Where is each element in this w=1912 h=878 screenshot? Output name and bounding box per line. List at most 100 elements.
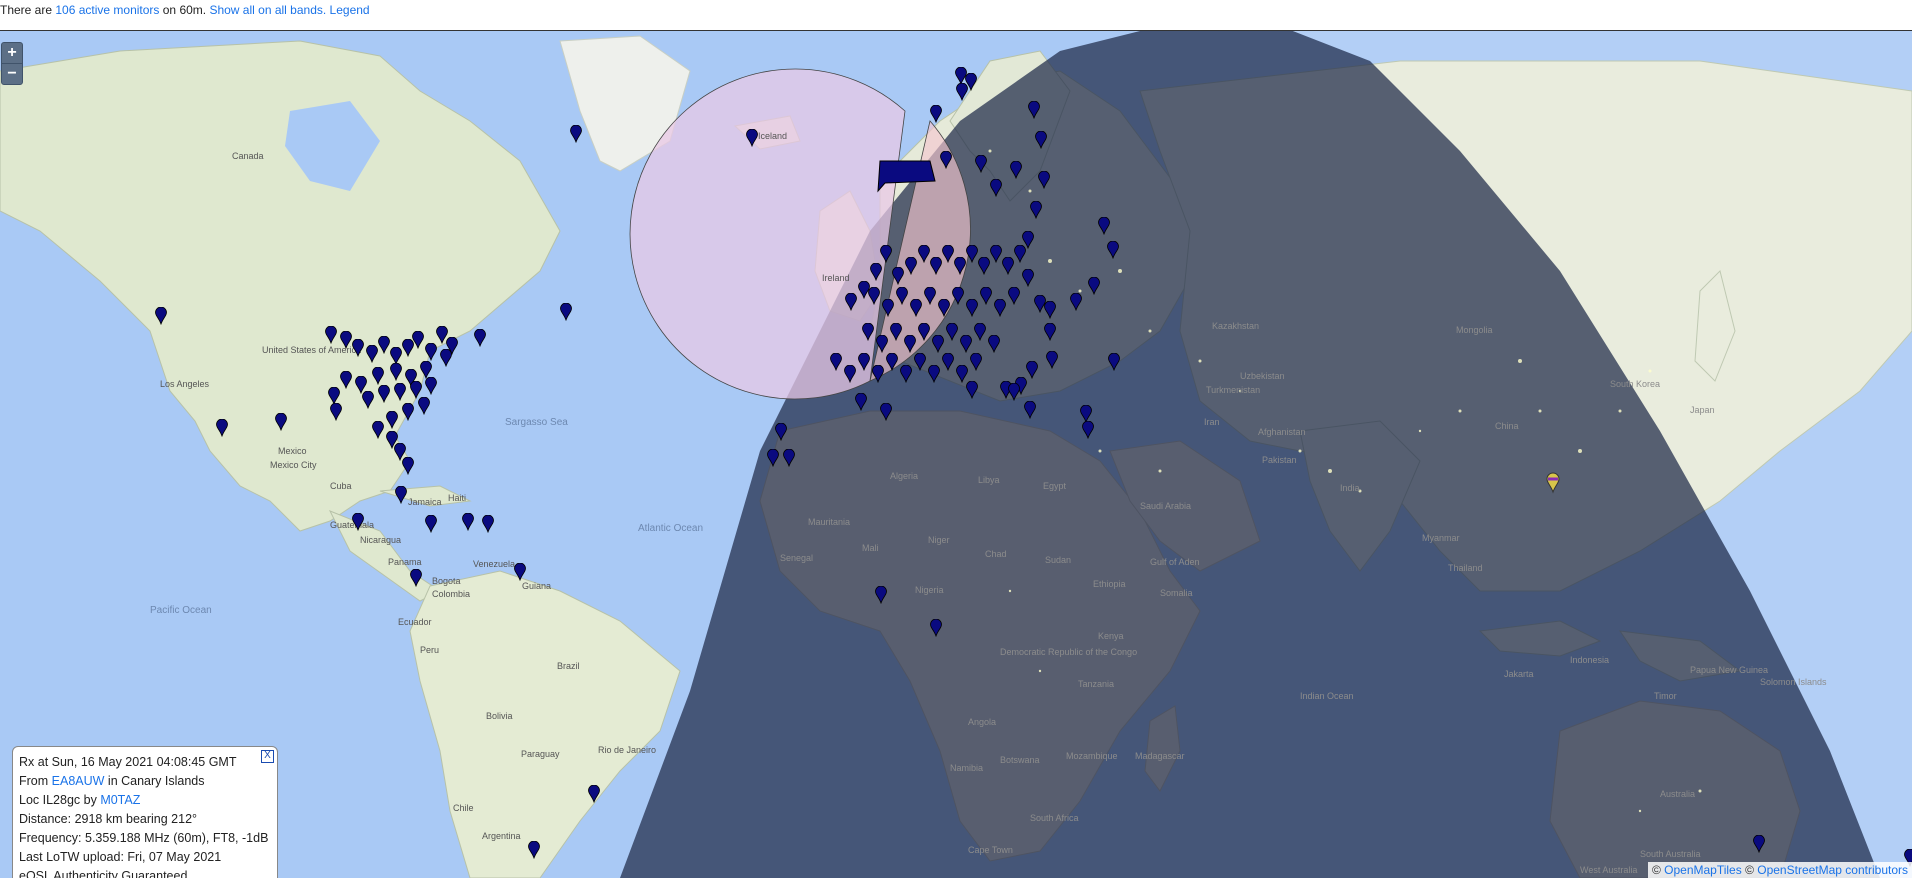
from-line: From EA8AUW in Canary Islands [19,772,271,791]
close-icon[interactable]: X [261,750,274,763]
label-papua: Papua New Guinea [1690,665,1768,675]
label-uzbekistan: Uzbekistan [1240,371,1285,381]
rx-time: Rx at Sun, 16 May 2021 04:08:45 GMT [19,755,237,769]
label-gulf-aden: Gulf of Aden [1150,557,1200,567]
label-india: India [1340,483,1360,493]
label-turkmenistan: Turkmenistan [1206,385,1260,395]
label-bolivia: Bolivia [486,711,513,721]
label-somalia: Somalia [1160,588,1193,598]
loc-line: Loc IL28gc by M0TAZ [19,791,271,810]
label-sargasso: Sargasso Sea [505,417,568,428]
spot-info-popup: X Rx at Sun, 16 May 2021 04:08:45 GMT Fr… [12,746,278,878]
label-pakistan: Pakistan [1262,455,1297,465]
label-ireland: Ireland [822,273,850,283]
zoom-out-button[interactable]: − [2,63,22,84]
lotw-line: Last LoTW upload: Fri, 07 May 2021 [19,850,222,864]
world-map[interactable]: Canada United States of America Los Ange… [0,31,1912,878]
label-niger: Niger [928,535,950,545]
legend-link[interactable]: Legend [330,3,370,17]
label-myanmar: Myanmar [1422,533,1460,543]
label-rio: Rio de Janeiro [598,745,656,755]
label-sudan: Sudan [1045,555,1071,565]
map-canvas: Canada United States of America Los Ange… [0,31,1912,878]
label-brazil: Brazil [557,661,580,671]
label-cuba: Cuba [330,481,352,491]
label-mexico-city: Mexico City [270,460,317,470]
label-paraguay: Paraguay [521,749,560,759]
label-west-australia: West Australia [1580,865,1637,875]
label-peru: Peru [420,645,439,655]
label-south-australia: South Australia [1640,849,1701,859]
label-indian-ocean: Indian Ocean [1300,691,1354,701]
attrib-prefix: © [1651,863,1665,877]
label-nigeria: Nigeria [915,585,944,595]
label-namibia: Namibia [950,763,983,773]
label-los-angeles: Los Angeles [160,379,210,389]
label-botswana: Botswana [1000,755,1040,765]
label-chad: Chad [985,549,1007,559]
label-south-korea: South Korea [1610,379,1660,389]
label-solomon: Solomon Islands [1760,677,1827,687]
show-all-bands-link[interactable]: Show all on all bands. [209,3,326,17]
label-kenya: Kenya [1098,631,1124,641]
label-australia: Australia [1660,789,1695,799]
label-colombia: Colombia [432,589,470,599]
label-senegal: Senegal [780,553,813,563]
label-libya: Libya [978,475,1000,485]
label-canada: Canada [232,151,264,161]
status-middle: on 60m. [159,3,210,17]
status-prefix: There are [0,3,56,17]
label-bogota: Bogota [432,576,461,586]
label-mongolia: Mongolia [1456,325,1493,335]
label-timor: Timor [1654,691,1677,701]
label-algeria: Algeria [890,471,918,481]
label-iran: Iran [1204,417,1220,427]
label-iceland: Iceland [758,131,787,141]
label-mozambique: Mozambique [1066,751,1118,761]
label-mauritania: Mauritania [808,517,850,527]
from-callsign-link[interactable]: EA8AUW [52,774,105,788]
label-tanzania: Tanzania [1078,679,1114,689]
label-drc: Democratic Republic of the Congo [1000,647,1137,657]
label-thailand: Thailand [1448,563,1483,573]
openmaptiles-link[interactable]: OpenMapTiles [1664,863,1742,877]
label-argentina: Argentina [482,831,521,841]
zoom-in-button[interactable]: + [2,43,22,63]
label-haiti: Haiti [448,493,466,503]
label-guiana: Guiana [522,581,551,591]
label-angola: Angola [968,717,996,727]
from-suffix: in Canary Islands [104,774,205,788]
label-atlantic: Atlantic Ocean [638,523,703,534]
label-jamaica: Jamaica [408,497,442,507]
label-saudi: Saudi Arabia [1140,501,1191,511]
label-china: China [1495,421,1519,431]
label-mexico: Mexico [278,446,307,456]
distance-line: Distance: 2918 km bearing 212° [19,812,198,826]
loc-callsign-link[interactable]: M0TAZ [100,793,140,807]
label-jakarta: Jakarta [1504,669,1534,679]
frequency-line: Frequency: 5.359.188 MHz (60m), FT8, -1d… [19,831,269,845]
label-cape-town: Cape Town [968,845,1013,855]
from-prefix: From [19,774,52,788]
label-ecuador: Ecuador [398,617,432,627]
label-mali: Mali [862,543,879,553]
label-kazakhstan: Kazakhstan [1212,321,1259,331]
label-panama: Panama [388,557,422,567]
label-south-africa: South Africa [1030,813,1079,823]
eqsl-line: eQSL Authenticity Guaranteed [19,869,188,878]
openstreetmap-link[interactable]: OpenStreetMap contributors [1757,863,1908,877]
label-afghanistan: Afghanistan [1258,427,1306,437]
loc-prefix: Loc IL28gc by [19,793,101,807]
label-ethiopia: Ethiopia [1093,579,1126,589]
label-egypt: Egypt [1043,481,1067,491]
active-monitors-link[interactable]: 106 active monitors [55,3,159,17]
label-pacific: Pacific Ocean [150,605,212,616]
label-japan: Japan [1690,405,1715,415]
map-attribution: © OpenMapTiles © OpenStreetMap contribut… [1647,862,1912,878]
zoom-control: + − [1,42,23,85]
label-venezuela: Venezuela [473,559,515,569]
status-bar: There are 106 active monitors on 60m. Sh… [0,0,1912,31]
label-madagascar: Madagascar [1135,751,1185,761]
label-guatemala: Guatemala [330,520,374,530]
attrib-sep: © [1741,863,1758,877]
